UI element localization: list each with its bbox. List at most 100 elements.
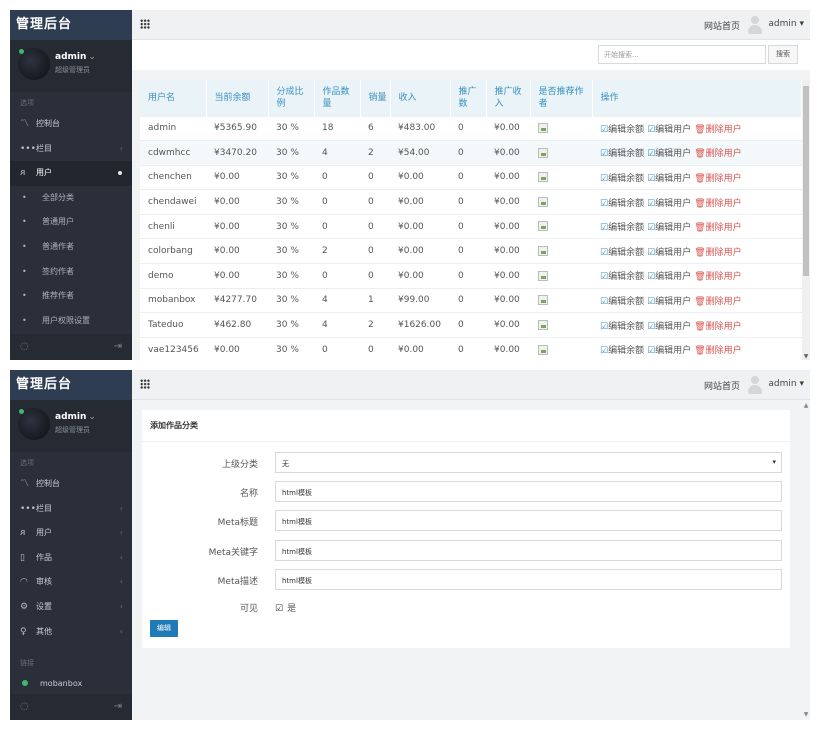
grid-menu-icon[interactable] [140, 379, 150, 389]
edit-balance-link[interactable]: ☑编辑余额 [600, 149, 644, 159]
table-row[interactable]: vae123456 ¥0.00 30 % 0 0 ¥0.00 0 ¥0.00 ☑编辑余额 ☑编辑用… [140, 336, 802, 360]
table-row[interactable]: Tateduo ¥462.80 30 % 4 2 ¥1626.00 0 ¥0.00 ☑编辑余额 ☑… [140, 312, 802, 338]
table-row[interactable]: demo ¥0.00 30 % 0 0 ¥0.00 0 ¥0.00 ☑编辑余额 ☑编辑用户 🗑删除用… [140, 263, 802, 289]
sidebar-subitem-signed-authors[interactable]: • 签约作者 [10, 260, 132, 285]
visible-checkbox[interactable]: ☑ 是 [275, 601, 296, 614]
site-home-link[interactable]: 网站首页 [704, 19, 740, 32]
name-field[interactable]: html模板 [275, 481, 782, 502]
bullet-icon: • [22, 291, 27, 301]
delete-user-link[interactable]: 🗑删除用户 [694, 223, 741, 233]
search-button[interactable]: 搜索 [768, 45, 798, 64]
table-cell: 0 [360, 263, 390, 289]
grid-menu-icon[interactable] [140, 19, 150, 29]
vertical-scrollbar[interactable]: ▼ [802, 80, 810, 360]
sidebar-link-mobanbox[interactable]: mobanbox [10, 672, 132, 696]
sidebar-item-review[interactable]: ◠ 审核 ‹ [10, 570, 132, 595]
parent-category-select[interactable]: 无 ▾ [275, 452, 782, 473]
edit-balance-link[interactable]: ☑编辑余额 [600, 199, 644, 209]
scroll-down-icon[interactable]: ▼ [802, 353, 810, 360]
delete-user-link[interactable]: 🗑删除用户 [694, 125, 741, 135]
form-title: 添加作品分类 [142, 410, 790, 442]
sidebar-subitem-normal-authors[interactable]: • 普通作者 [10, 235, 132, 260]
scrollbar-thumb[interactable] [803, 86, 809, 276]
table-row[interactable]: chenli ¥0.00 30 % 0 0 ¥0.00 0 ¥0.00 ☑编辑余额 ☑编辑用户 🗑删… [140, 213, 802, 239]
section-label: 选项 [20, 99, 34, 107]
table-row[interactable]: admin ¥5365.90 30 % 18 6 ¥483.00 0 ¥0.00 ☑编辑余额 ☑编… [140, 115, 802, 141]
table-row[interactable]: colorbang ¥0.00 30 % 2 0 ¥0.00 0 ¥0.00 ☑编辑余额 ☑编辑用… [140, 238, 802, 264]
sidebar-item-users[interactable]: ᴙ 用户 [10, 161, 132, 186]
edit-balance-link[interactable]: ☑编辑余额 [600, 346, 644, 356]
delete-user-link[interactable]: 🗑删除用户 [694, 346, 741, 356]
logout-icon[interactable]: ⇥ [114, 341, 122, 352]
brand-title[interactable]: 管理后台 [10, 370, 132, 400]
sidebar-item-settings[interactable]: ⚙ 设置 ‹ [10, 595, 132, 620]
sidebar-item-columns[interactable]: •••栏目 ‹ [10, 137, 132, 162]
sidebar-item-users[interactable]: ᴙ 用户 ‹ [10, 521, 132, 546]
edit-submit-button[interactable]: 编辑 [150, 620, 178, 637]
table-row[interactable]: mobanbox ¥4277.70 30 % 4 1 ¥99.00 0 ¥0.00 ☑编辑余额 ☑… [140, 287, 802, 313]
profile-panel[interactable]: admin ⌄ 超级管理员 [10, 400, 132, 452]
delete-user-link[interactable]: 🗑删除用户 [694, 297, 741, 307]
sidebar-subitem-normal-users[interactable]: • 普通用户 [10, 210, 132, 235]
edit-balance-link[interactable]: ☑编辑余额 [600, 322, 644, 332]
edit-user-link[interactable]: ☑编辑用户 [647, 149, 691, 159]
delete-user-link[interactable]: 🗑删除用户 [694, 199, 741, 209]
settings-circle-icon[interactable]: ◌ [20, 341, 29, 352]
top-user-menu[interactable]: admin ▾ [768, 19, 804, 29]
site-home-link[interactable]: 网站首页 [704, 379, 740, 392]
table-row[interactable]: chenchen ¥0.00 30 % 0 0 ¥0.00 0 ¥0.00 ☑编辑余额 ☑编辑用户… [140, 164, 802, 190]
edit-user-link[interactable]: ☑编辑用户 [647, 174, 691, 184]
sidebar-subitem-all-categories[interactable]: • 全部分类 [10, 186, 132, 211]
edit-user-link[interactable]: ☑编辑用户 [647, 199, 691, 209]
sidebar-subitem-permissions[interactable]: • 用户权限设置 [10, 309, 132, 334]
user-avatar-icon[interactable] [748, 16, 762, 34]
settings-circle-icon[interactable]: ◌ [20, 701, 29, 712]
edit-balance-link[interactable]: ☑编辑余额 [600, 272, 644, 282]
table-row[interactable]: chendawei ¥0.00 30 % 0 0 ¥0.00 0 ¥0.00 ☑编辑余额 ☑编辑用… [140, 189, 802, 215]
edit-user-link-label: 编辑用户 [655, 149, 692, 160]
edit-icon: ☑ [647, 198, 656, 209]
edit-user-link[interactable]: ☑编辑用户 [647, 297, 691, 307]
sidebar-subitem-recommended-authors[interactable]: • 推荐作者 [10, 284, 132, 309]
top-user-menu[interactable]: admin ▾ [768, 379, 804, 389]
edit-user-link[interactable]: ☑编辑用户 [647, 248, 691, 258]
scroll-up-icon[interactable]: ▲ [802, 402, 810, 409]
delete-user-link[interactable]: 🗑删除用户 [694, 272, 741, 282]
sidebar-item-works[interactable]: ▯ 作品 ‹ [10, 546, 132, 571]
edit-balance-link[interactable]: ☑编辑余额 [600, 174, 644, 184]
sidebar-item-dashboard[interactable]: 〽控制台 [10, 472, 132, 497]
delete-user-link[interactable]: 🗑删除用户 [694, 174, 741, 184]
edit-balance-link[interactable]: ☑编辑余额 [600, 223, 644, 233]
edit-user-link[interactable]: ☑编辑用户 [647, 322, 691, 332]
edit-user-link[interactable]: ☑编辑用户 [647, 346, 691, 356]
delete-user-link[interactable]: 🗑删除用户 [694, 322, 741, 332]
table-cell: 0 [450, 287, 486, 313]
edit-user-link[interactable]: ☑编辑用户 [647, 272, 691, 282]
edit-user-link[interactable]: ☑编辑用户 [647, 223, 691, 233]
delete-user-link[interactable]: 🗑删除用户 [694, 149, 741, 159]
meta-keywords-field[interactable]: html模板 [275, 540, 782, 561]
brand-title[interactable]: 管理后台 [10, 10, 132, 40]
sidebar-item-dashboard[interactable]: 〽控制台 [10, 112, 132, 137]
edit-balance-link[interactable]: ☑编辑余额 [600, 125, 644, 135]
user-avatar-icon[interactable] [748, 376, 762, 394]
meta-title-field[interactable]: html模板 [275, 510, 782, 531]
vertical-scrollbar[interactable]: ▲ ▼ [802, 400, 810, 720]
table-row[interactable]: cdwmhcc ¥3470.20 30 % 4 2 ¥54.00 0 ¥0.00 ☑编辑余额 ☑编… [140, 140, 802, 166]
profile-name[interactable]: admin ⌄ [55, 52, 96, 62]
sidebar-item-other[interactable]: ♀ 其他 ‹ [10, 620, 132, 645]
delete-user-link[interactable]: 🗑删除用户 [694, 248, 741, 258]
scroll-down-icon[interactable]: ▼ [802, 711, 810, 718]
edit-user-link[interactable]: ☑编辑用户 [647, 125, 691, 135]
profile-name[interactable]: admin ⌄ [55, 412, 96, 422]
edit-balance-link[interactable]: ☑编辑余额 [600, 297, 644, 307]
sidebar-item-columns[interactable]: •••栏目 ‹ [10, 497, 132, 522]
sidebar-footer: ◌ ⇥ [10, 334, 132, 360]
profile-panel[interactable]: admin ⌄ 超级管理员 [10, 40, 132, 92]
logout-icon[interactable]: ⇥ [114, 701, 122, 712]
table-cell: 0 [360, 336, 390, 360]
search-input[interactable]: 开始搜索... [598, 45, 766, 64]
edit-balance-link[interactable]: ☑编辑余额 [600, 248, 644, 258]
topbar: 网站首页 admin ▾ [132, 370, 810, 400]
meta-description-field[interactable]: html模板 [275, 569, 782, 590]
